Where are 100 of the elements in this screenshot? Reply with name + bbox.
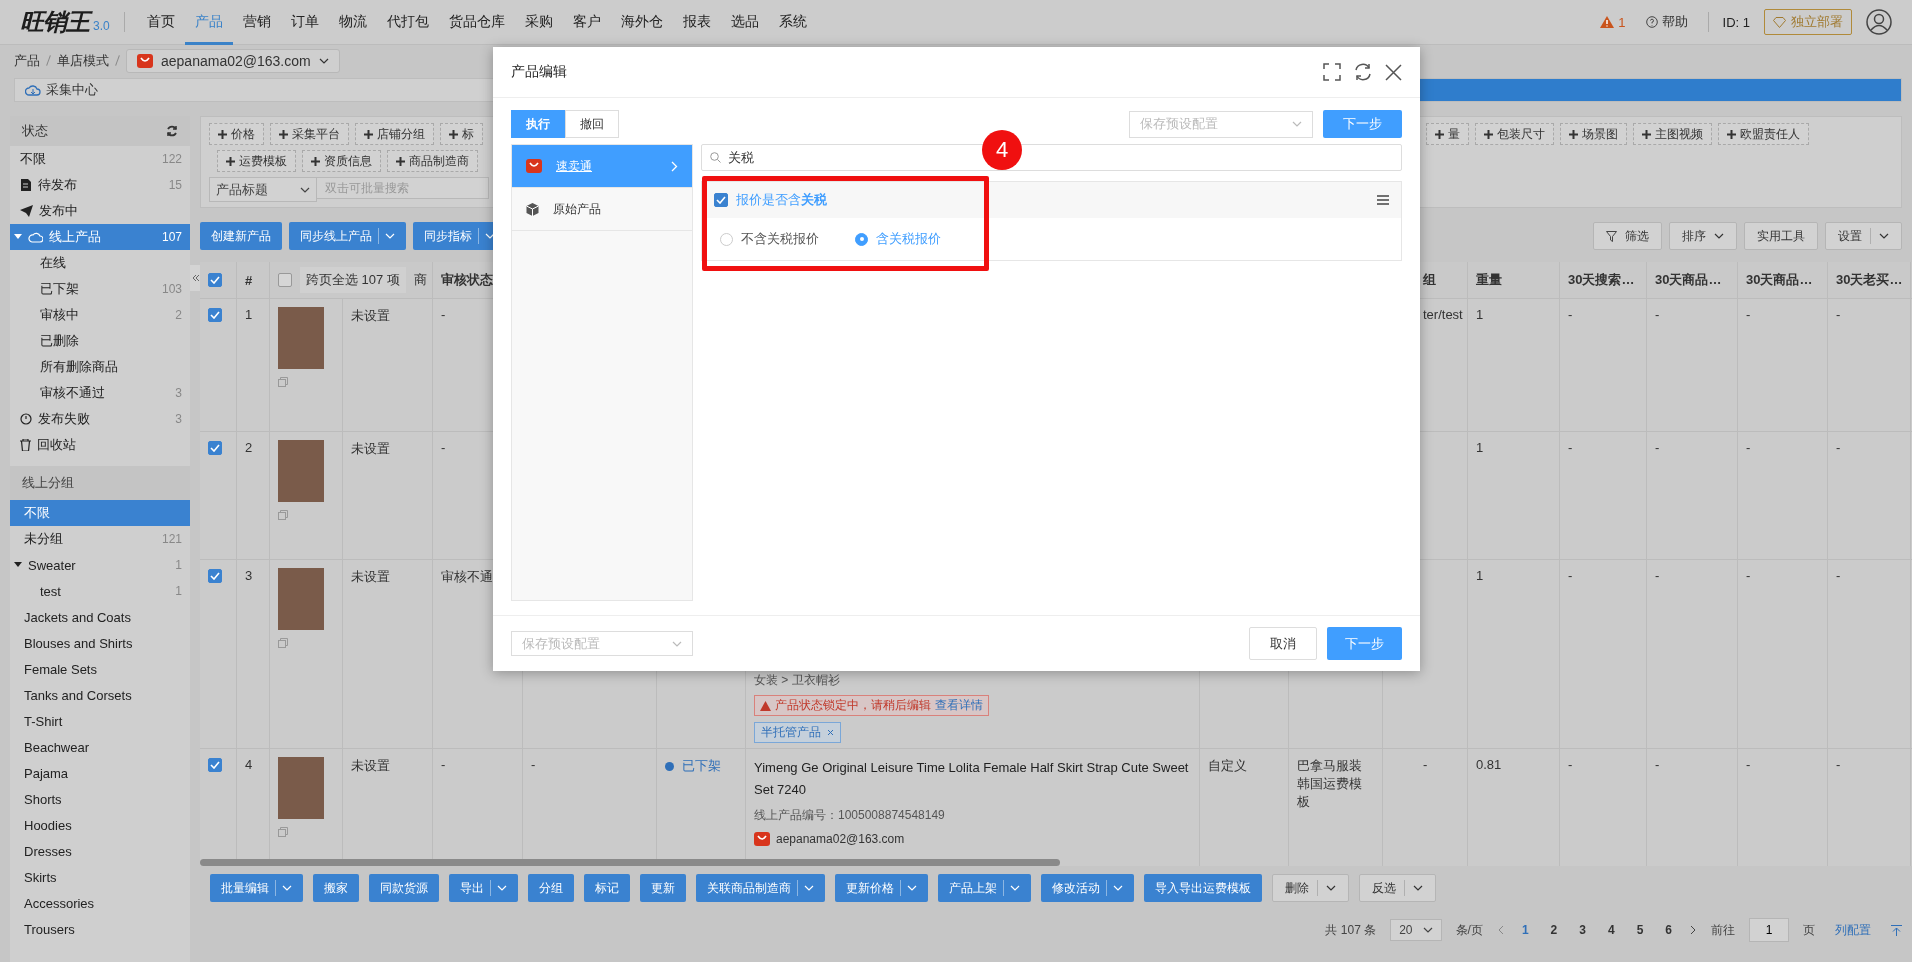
action-button[interactable]: 导入导出运费模板 [1144, 874, 1262, 902]
page-size-select[interactable]: 20 [1390, 919, 1442, 941]
checkbox[interactable] [208, 758, 222, 772]
page-input[interactable]: 1 [1749, 918, 1789, 942]
sidebar-item[interactable]: 已下架 103 [10, 276, 190, 302]
page-link[interactable]: 2 [1546, 923, 1562, 937]
action-button[interactable]: 标记 [584, 874, 630, 902]
checkbox[interactable] [208, 569, 222, 583]
close-icon[interactable] [1385, 63, 1402, 81]
sidebar-item[interactable]: Shorts [10, 786, 190, 812]
sidebar-item[interactable]: 发布失败 3 [10, 406, 190, 432]
field-select[interactable]: 产品标题 [209, 177, 317, 202]
filter-tag[interactable]: 欧盟责任人 [1718, 123, 1809, 145]
page-link[interactable]: 3 [1575, 923, 1590, 937]
sidebar-item[interactable]: 线上产品 107 [10, 224, 190, 250]
mode-tab[interactable]: 撤回 [565, 110, 619, 138]
nav-tab[interactable]: 系统 [768, 0, 817, 45]
sidebar-item[interactable]: 回收站 [10, 432, 190, 458]
split-button[interactable]: 导出 [449, 874, 518, 902]
split-button[interactable]: 同步线上产品 [289, 222, 406, 250]
sidebar-item[interactable]: 未分组 121 [10, 526, 190, 552]
action-button[interactable]: 筛选 [1593, 222, 1662, 250]
refresh-icon[interactable] [1353, 62, 1373, 82]
action-button[interactable]: 更新 [640, 874, 686, 902]
sidebar-item[interactable]: T-Shirt [10, 708, 190, 734]
filter-tag[interactable]: 商品制造商 [387, 150, 478, 172]
page-link[interactable]: 4 [1603, 923, 1619, 937]
sidebar-item[interactable]: Dresses [10, 838, 190, 864]
sidebar-item[interactable]: 发布中 [10, 198, 190, 224]
sidebar-item[interactable]: Sweater 1 [10, 552, 190, 578]
chevron-right-icon[interactable] [1690, 925, 1697, 935]
sidebar-item[interactable]: Hoodies [10, 812, 190, 838]
nav-tab[interactable]: 物流 [328, 0, 377, 45]
checkbox[interactable] [208, 308, 222, 322]
sidebar-item[interactable]: Blouses and Shirts [10, 630, 190, 656]
split-button[interactable]: 修改活动 [1041, 874, 1134, 902]
warning-icon[interactable] [1600, 16, 1615, 28]
cross-page-select-label[interactable]: 跨页全选 107 项 [300, 267, 406, 293]
chevron-left-icon[interactable] [1496, 925, 1504, 935]
sidebar-item[interactable]: Trousers [10, 916, 190, 942]
sidebar-item[interactable]: Tanks and Corsets [10, 682, 190, 708]
checkbox[interactable] [208, 441, 222, 455]
nav-tab[interactable]: 选品 [720, 0, 769, 45]
store-select[interactable]: aepanama02@163.com [126, 48, 340, 73]
filter-tag[interactable]: 标 [440, 123, 483, 145]
action-button[interactable]: 分组 [528, 874, 574, 902]
split-button[interactable]: 更新价格 [835, 874, 928, 902]
sidebar-item[interactable]: Skirts [10, 864, 190, 890]
filter-tag[interactable]: 店铺分组 [355, 123, 434, 145]
filter-tag[interactable]: 主图视频 [1633, 123, 1712, 145]
action-button[interactable]: 排序 [1669, 222, 1737, 250]
nav-tab[interactable]: 货品仓库 [438, 0, 515, 45]
sidebar-item[interactable]: Female Sets [10, 656, 190, 682]
nav-tab[interactable]: 订单 [280, 0, 329, 45]
sidebar-item[interactable]: Accessories [10, 890, 190, 916]
sidebar-item[interactable]: 所有删除商品 [10, 354, 190, 380]
checkbox[interactable] [714, 193, 728, 207]
sidebar-item[interactable]: Beachwear [10, 734, 190, 760]
split-button[interactable]: 批量编辑 [210, 874, 303, 902]
nav-tab[interactable]: 报表 [672, 0, 721, 45]
action-button[interactable]: 搬家 [313, 874, 359, 902]
filter-tag[interactable]: 采集平台 [270, 123, 349, 145]
sidebar-item[interactable]: 已删除 [10, 328, 190, 354]
sidebar-item[interactable]: 不限 [10, 500, 190, 526]
action-button[interactable]: 实用工具 [1744, 222, 1818, 250]
menu-icon[interactable] [1377, 195, 1389, 205]
scrollbar-thumb[interactable] [200, 859, 1060, 866]
page-link[interactable]: 5 [1632, 923, 1648, 937]
expand-triangle-icon[interactable] [14, 562, 22, 568]
cancel-button[interactable]: 取消 [1249, 627, 1317, 660]
nav-tab[interactable]: 营销 [232, 0, 281, 45]
filter-tag[interactable]: 价格 [209, 123, 264, 145]
fullscreen-icon[interactable] [1323, 63, 1341, 81]
action-button[interactable]: 同款货源 [369, 874, 439, 902]
breadcrumb-item[interactable]: 单店模式 [57, 51, 109, 70]
sidebar-item[interactable]: Pajama [10, 760, 190, 786]
radio-option[interactable]: 不含关税报价 [714, 229, 825, 249]
page-link[interactable]: 6 [1661, 923, 1676, 937]
close-icon[interactable] [827, 729, 834, 736]
sidebar-item[interactable]: 审核不通过 3 [10, 380, 190, 406]
filter-tag[interactable]: 场景图 [1560, 123, 1627, 145]
nav-tab[interactable]: 采购 [514, 0, 563, 45]
nav-tab[interactable]: 客户 [562, 0, 611, 45]
nav-tab[interactable]: 首页 [136, 0, 185, 45]
split-button[interactable]: 产品上架 [938, 874, 1031, 902]
back-to-top-icon[interactable] [1891, 924, 1902, 936]
sidebar-item[interactable]: Jackets and Coats [10, 604, 190, 630]
breadcrumb-item[interactable]: 产品 [14, 51, 40, 70]
sidebar-item[interactable]: 不限 122 [10, 146, 190, 172]
filter-tag[interactable]: 资质信息 [302, 150, 381, 172]
split-button[interactable]: 设置 [1825, 222, 1902, 250]
nav-tab[interactable]: 海外仓 [610, 0, 673, 45]
refresh-icon[interactable] [166, 125, 178, 137]
filter-tag[interactable]: 运费模板 [217, 150, 296, 172]
collect-center-link[interactable]: 采集中心 [15, 79, 108, 101]
nav-tab[interactable]: 代打包 [376, 0, 439, 45]
split-button[interactable]: 删除 [1272, 874, 1349, 902]
help-link[interactable]: 帮助 [1639, 12, 1694, 32]
sidebar-item[interactable]: test 1 [10, 578, 190, 604]
action-button[interactable]: 创建新产品 [200, 222, 282, 250]
